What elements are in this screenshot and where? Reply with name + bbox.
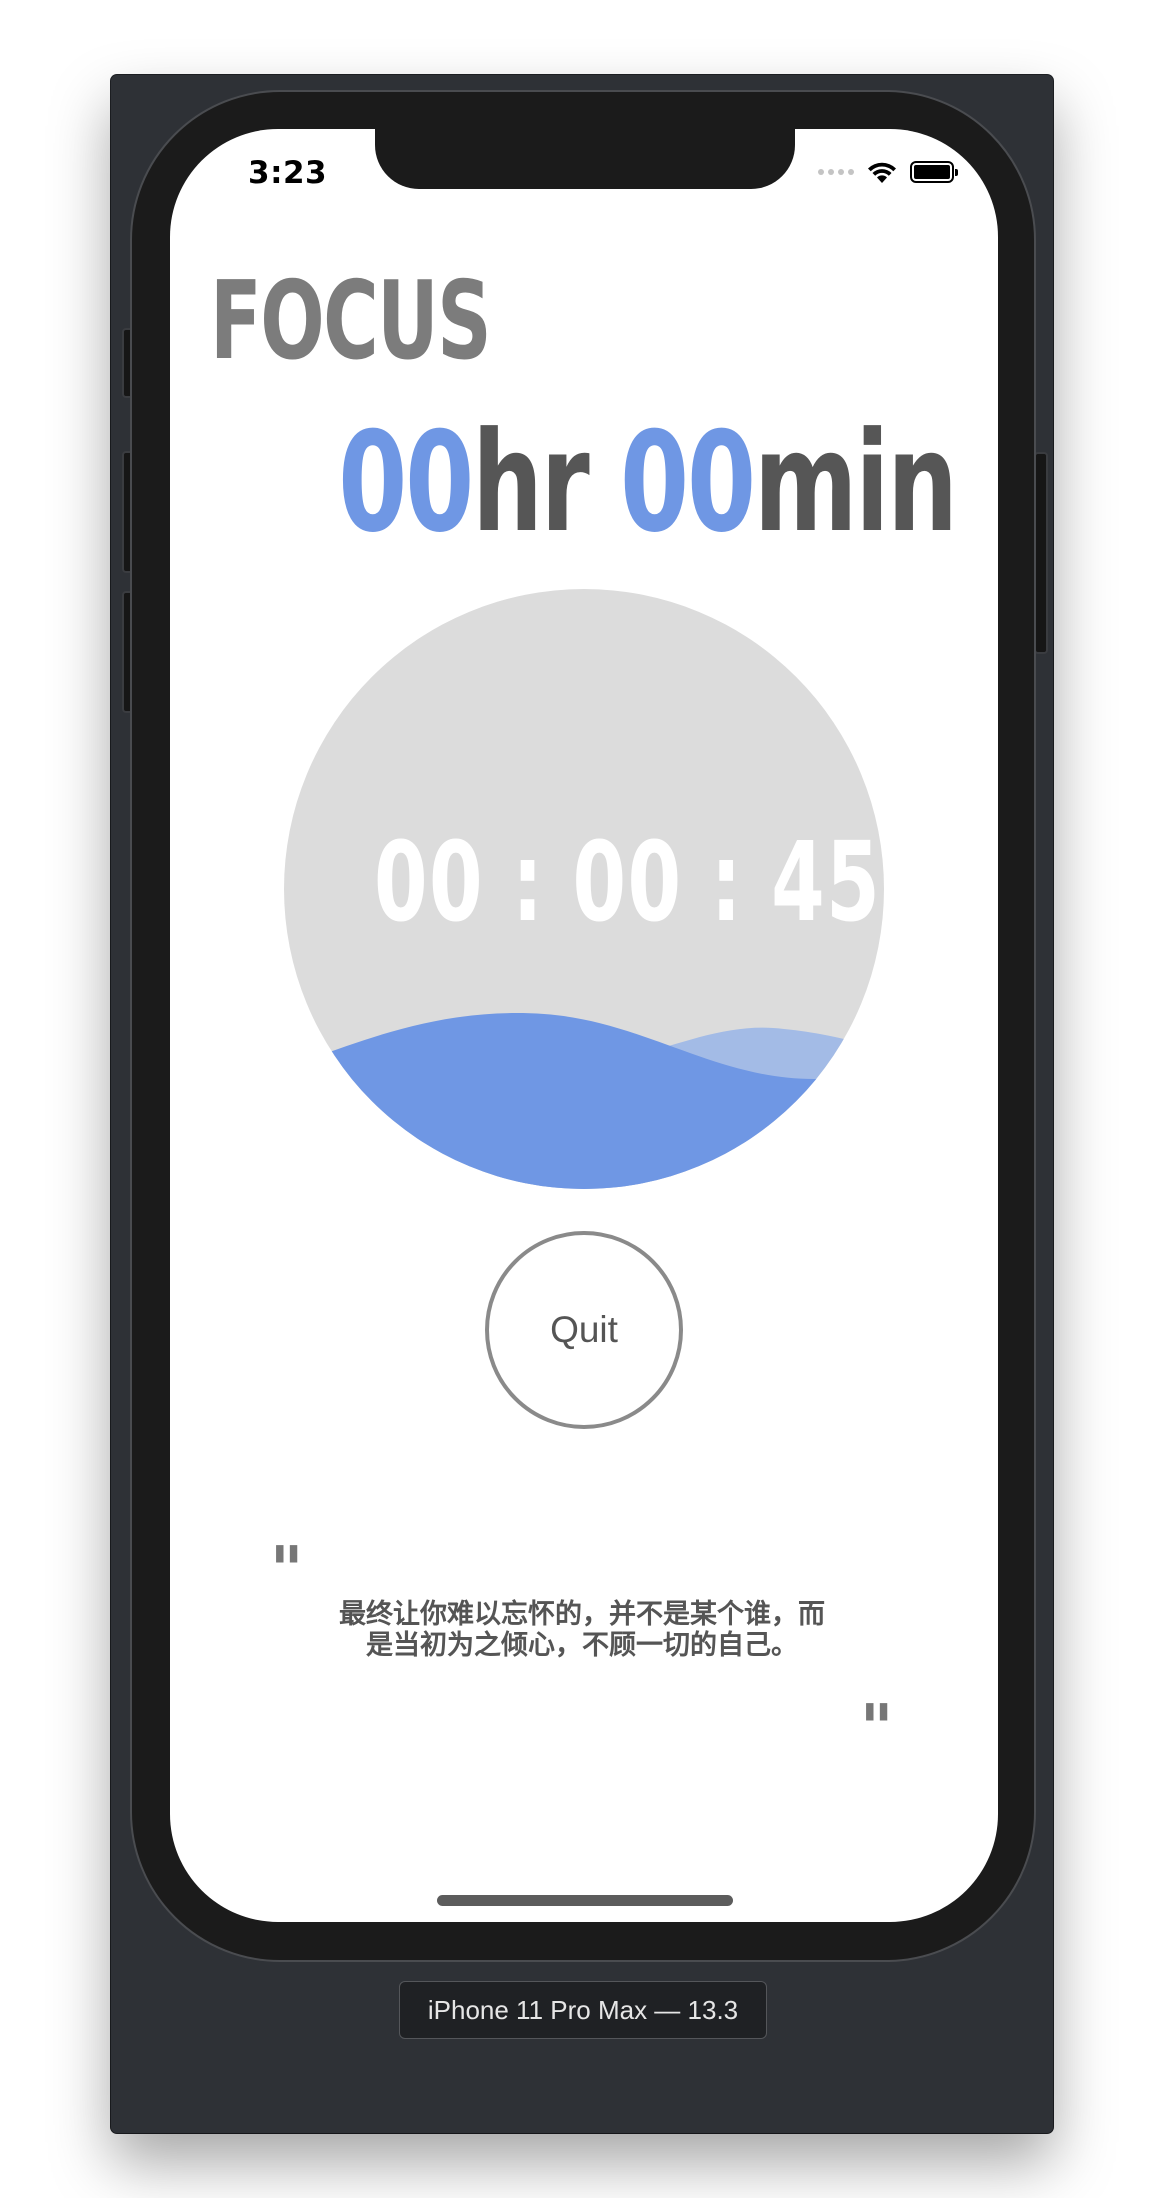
quit-button[interactable]: Quit xyxy=(485,1231,683,1429)
quote-text: 最终让你难以忘怀的，并不是某个谁，而是当初为之倾心，不顾一切的自己。 xyxy=(339,1599,825,1661)
focus-duration: 00hr 00min xyxy=(338,414,958,552)
phone-screen: 3:23 FOCUS 00hr 00min 00 : 00 : 45 Quit … xyxy=(170,129,998,1922)
app-title: FOCUS xyxy=(210,259,492,384)
duration-hours: 00 xyxy=(338,402,474,563)
battery-icon xyxy=(910,161,958,183)
duration-minutes: 00 xyxy=(620,402,756,563)
status-icons xyxy=(818,159,958,185)
home-indicator[interactable] xyxy=(437,1895,733,1906)
quote-open-mark: " xyxy=(270,1534,304,1608)
progress-circle: 00 : 00 : 45 xyxy=(284,589,884,1189)
simulator-device-label: iPhone 11 Pro Max — 13.3 xyxy=(399,1981,767,2039)
countdown-timer: 00 : 00 : 45 xyxy=(374,818,882,946)
status-time: 3:23 xyxy=(248,155,328,191)
duration-minutes-unit: min xyxy=(754,402,958,563)
notch xyxy=(375,129,795,189)
quote-close-mark: " xyxy=(860,1692,894,1766)
duration-hours-unit: hr xyxy=(472,402,590,563)
signal-icon xyxy=(818,169,854,175)
power-button[interactable] xyxy=(1034,452,1048,654)
wifi-icon xyxy=(868,162,896,183)
